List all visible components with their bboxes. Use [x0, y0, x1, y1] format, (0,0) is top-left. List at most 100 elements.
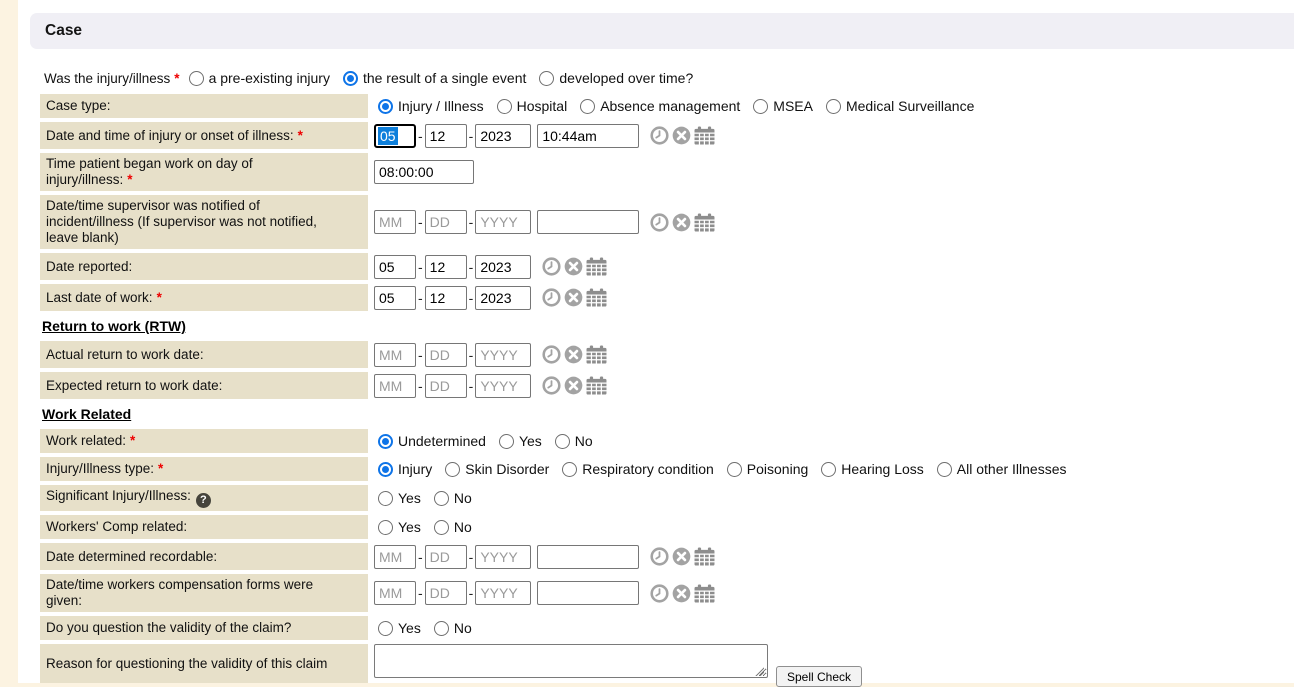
radio-selected-icon[interactable] [378, 434, 393, 449]
supervisor-month-input[interactable] [374, 210, 416, 234]
radio-option-medical-surveillance[interactable]: Medical Surveillance [826, 98, 974, 114]
wc-forms-time-input[interactable] [537, 581, 639, 605]
supervisor-year-input[interactable] [475, 210, 531, 234]
radio-option-a-pre-existing-injury[interactable]: a pre-existing injury [189, 70, 330, 86]
radio-icon[interactable] [562, 462, 577, 477]
reported-year-input[interactable] [475, 255, 531, 279]
last-work-year-input[interactable] [475, 286, 531, 310]
radio-option-developed-over-time[interactable]: developed over time? [539, 70, 693, 86]
radio-icon[interactable] [753, 99, 768, 114]
clock-icon[interactable] [650, 126, 669, 145]
clock-icon[interactable] [650, 584, 669, 603]
radio-option-no[interactable]: No [434, 519, 472, 535]
radio-option-the-result-of-a-single-event[interactable]: the result of a single event [343, 70, 526, 86]
radio-option-no[interactable]: No [434, 490, 472, 506]
clock-icon[interactable] [542, 376, 561, 395]
radio-option-hearing-loss[interactable]: Hearing Loss [821, 461, 924, 477]
injury-month-input[interactable]: 05 [374, 124, 416, 148]
radio-option-yes[interactable]: Yes [378, 519, 421, 535]
calendar-icon[interactable] [586, 345, 607, 364]
radio-option-injury[interactable]: Injury [378, 461, 432, 477]
radio-option-yes[interactable]: Yes [499, 433, 542, 449]
injury-time-input[interactable] [537, 124, 639, 148]
radio-option-skin-disorder[interactable]: Skin Disorder [445, 461, 549, 477]
expected-rtw-month-input[interactable] [374, 374, 416, 398]
recordable-day-input[interactable] [425, 545, 467, 569]
calendar-icon[interactable] [694, 547, 715, 566]
calendar-icon[interactable] [586, 376, 607, 395]
calendar-icon[interactable] [586, 288, 607, 307]
radio-option-respiratory-condition[interactable]: Respiratory condition [562, 461, 714, 477]
radio-option-hospital[interactable]: Hospital [497, 98, 568, 114]
clock-icon[interactable] [542, 345, 561, 364]
clear-icon[interactable] [672, 213, 691, 232]
radio-icon[interactable] [539, 71, 554, 86]
spell-check-button[interactable]: Spell Check [776, 666, 862, 687]
radio-icon[interactable] [378, 520, 393, 535]
last-work-month-input[interactable] [374, 286, 416, 310]
radio-option-all-other-illnesses[interactable]: All other Illnesses [937, 461, 1067, 477]
help-icon[interactable]: ? [196, 493, 211, 508]
recordable-month-input[interactable] [374, 545, 416, 569]
radio-icon[interactable] [727, 462, 742, 477]
wc-forms-month-input[interactable] [374, 581, 416, 605]
radio-icon[interactable] [445, 462, 460, 477]
radio-icon[interactable] [499, 434, 514, 449]
clear-icon[interactable] [564, 257, 583, 276]
radio-option-no[interactable]: No [434, 620, 472, 636]
recordable-time-input[interactable] [537, 545, 639, 569]
calendar-icon[interactable] [694, 213, 715, 232]
radio-option-undetermined[interactable]: Undetermined [378, 433, 486, 449]
clock-icon[interactable] [650, 547, 669, 566]
radio-icon[interactable] [580, 99, 595, 114]
calendar-icon[interactable] [586, 257, 607, 276]
wc-forms-day-input[interactable] [425, 581, 467, 605]
injury-year-input[interactable] [475, 124, 531, 148]
supervisor-day-input[interactable] [425, 210, 467, 234]
radio-icon[interactable] [378, 621, 393, 636]
actual-rtw-year-input[interactable] [475, 343, 531, 367]
reported-month-input[interactable] [374, 255, 416, 279]
reason-textarea[interactable] [374, 644, 768, 678]
expected-rtw-year-input[interactable] [475, 374, 531, 398]
last-work-day-input[interactable] [425, 286, 467, 310]
clear-icon[interactable] [564, 376, 583, 395]
radio-icon[interactable] [434, 491, 449, 506]
radio-icon[interactable] [555, 434, 570, 449]
radio-option-poisoning[interactable]: Poisoning [727, 461, 809, 477]
radio-icon[interactable] [937, 462, 952, 477]
radio-selected-icon[interactable] [378, 462, 393, 477]
radio-icon[interactable] [434, 520, 449, 535]
supervisor-time-input[interactable] [537, 210, 639, 234]
radio-icon[interactable] [189, 71, 204, 86]
clear-icon[interactable] [672, 126, 691, 145]
injury-day-input[interactable] [425, 124, 467, 148]
radio-icon[interactable] [821, 462, 836, 477]
radio-icon[interactable] [497, 99, 512, 114]
began-work-time-input[interactable] [374, 160, 474, 184]
expected-rtw-day-input[interactable] [425, 374, 467, 398]
radio-option-msea[interactable]: MSEA [753, 98, 813, 114]
radio-option-absence-management[interactable]: Absence management [580, 98, 740, 114]
clear-icon[interactable] [564, 288, 583, 307]
radio-icon[interactable] [826, 99, 841, 114]
radio-option-no[interactable]: No [555, 433, 593, 449]
radio-option-injury-illness[interactable]: Injury / Illness [378, 98, 484, 114]
radio-option-yes[interactable]: Yes [378, 490, 421, 506]
clock-icon[interactable] [650, 213, 669, 232]
radio-selected-icon[interactable] [343, 71, 358, 86]
calendar-icon[interactable] [694, 126, 715, 145]
calendar-icon[interactable] [694, 584, 715, 603]
radio-selected-icon[interactable] [378, 99, 393, 114]
wc-forms-year-input[interactable] [475, 581, 531, 605]
actual-rtw-day-input[interactable] [425, 343, 467, 367]
recordable-year-input[interactable] [475, 545, 531, 569]
radio-icon[interactable] [378, 491, 393, 506]
clock-icon[interactable] [542, 288, 561, 307]
radio-icon[interactable] [434, 621, 449, 636]
radio-option-yes[interactable]: Yes [378, 620, 421, 636]
actual-rtw-month-input[interactable] [374, 343, 416, 367]
clear-icon[interactable] [672, 547, 691, 566]
reported-day-input[interactable] [425, 255, 467, 279]
clock-icon[interactable] [542, 257, 561, 276]
